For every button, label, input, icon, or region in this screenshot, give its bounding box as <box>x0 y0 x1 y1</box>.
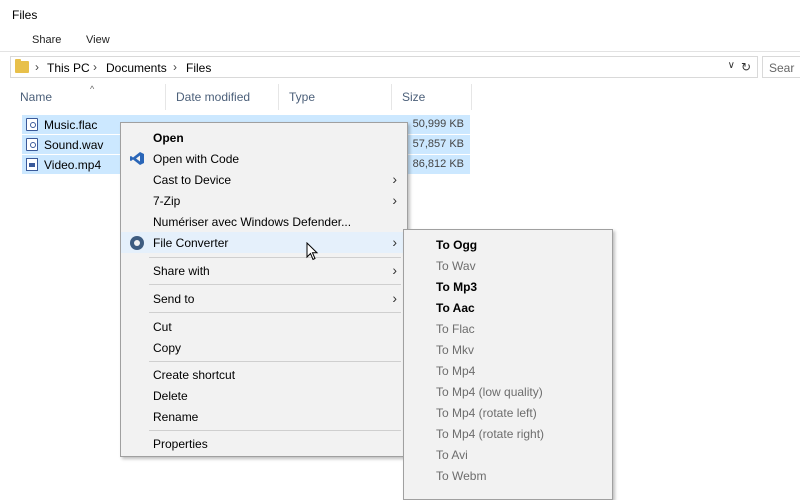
menu-separator <box>149 257 401 258</box>
menu-item-label: Open with Code <box>153 152 240 166</box>
submenu-item-to-mp4-rotate-left: To Mp4 (rotate left) <box>404 402 612 423</box>
file-name: Music.flac <box>44 118 98 132</box>
menu-item-rename[interactable]: Rename <box>121 406 407 427</box>
file-converter-submenu: To Ogg To Wav To Mp3 To Aac To Flac To M… <box>403 229 613 500</box>
submenu-item-label: To Mp3 <box>436 280 478 294</box>
audio-file-icon <box>26 138 38 151</box>
refresh-icon[interactable]: ↻ <box>738 59 754 75</box>
menu-item-label: Open <box>153 131 184 145</box>
menu-item-open[interactable]: Open <box>121 127 407 148</box>
menu-separator <box>149 284 401 285</box>
breadcrumb-this-pc[interactable]: This PC <box>47 61 90 75</box>
chevron-right-icon[interactable]: › <box>93 60 97 74</box>
submenu-item-label: To Ogg <box>436 238 478 252</box>
menu-item-7zip[interactable]: 7-Zip › <box>121 190 407 211</box>
submenu-item-to-mkv: To Mkv <box>404 339 612 360</box>
menu-item-send-to[interactable]: Send to › <box>121 288 407 309</box>
search-placeholder: Sear <box>769 61 795 75</box>
address-bar[interactable]: › This PC › Documents › Files ∨ ↻ <box>10 56 758 78</box>
submenu-item-label: To Avi <box>436 448 468 462</box>
submenu-item-to-mp4: To Mp4 <box>404 360 612 381</box>
video-file-icon <box>26 158 38 171</box>
submenu-item-label: To Wav <box>436 259 476 273</box>
tab-share[interactable]: Share <box>32 34 61 46</box>
breadcrumb-documents[interactable]: Documents <box>106 61 167 75</box>
file-name: Sound.wav <box>44 138 104 152</box>
submenu-item-to-flac: To Flac <box>404 318 612 339</box>
menu-item-label: File Converter <box>153 236 229 250</box>
menu-item-label: 7-Zip <box>153 194 181 208</box>
submenu-item-to-aac[interactable]: To Aac <box>404 297 612 318</box>
submenu-item-label: To Mkv <box>436 343 475 357</box>
menu-separator <box>149 312 401 313</box>
submenu-item-label: To Mp4 (low quality) <box>436 385 543 399</box>
audio-file-icon <box>26 118 38 131</box>
chevron-right-icon: › <box>392 290 397 306</box>
menu-item-label: Create shortcut <box>153 368 236 382</box>
menu-item-create-shortcut[interactable]: Create shortcut <box>121 364 407 385</box>
menu-item-delete[interactable]: Delete <box>121 385 407 406</box>
menu-item-label: Send to <box>153 292 195 306</box>
menu-item-cast-to-device[interactable]: Cast to Device › <box>121 169 407 190</box>
menu-item-label: Properties <box>153 437 208 451</box>
window-title: Files <box>12 8 38 22</box>
menu-item-open-with-code[interactable]: Open with Code <box>121 148 407 169</box>
folder-icon <box>15 59 29 73</box>
submenu-item-to-mp3[interactable]: To Mp3 <box>404 276 612 297</box>
submenu-item-to-ogg[interactable]: To Ogg <box>404 234 612 255</box>
file-size: 50,999 KB <box>412 118 464 130</box>
menu-item-label: Rename <box>153 410 199 424</box>
menu-item-share-with[interactable]: Share with › <box>121 260 407 281</box>
chevron-right-icon[interactable]: › <box>173 60 177 74</box>
chevron-right-icon: › <box>392 262 397 278</box>
menu-item-properties[interactable]: Properties <box>121 433 407 454</box>
menu-item-file-converter[interactable]: File Converter › <box>121 232 407 253</box>
search-input[interactable]: Sear <box>762 56 800 78</box>
chevron-right-icon: › <box>392 234 397 250</box>
file-converter-icon <box>130 236 144 250</box>
menu-item-label: Share with <box>153 264 210 278</box>
menu-item-cut[interactable]: Cut <box>121 316 407 337</box>
column-header-date[interactable]: Date modified <box>166 84 279 110</box>
ribbon-tabs: Share View <box>0 28 800 52</box>
submenu-item-label: To Mp4 (rotate right) <box>436 427 545 441</box>
chevron-right-icon: › <box>392 171 397 187</box>
breadcrumb-files[interactable]: Files <box>186 61 211 75</box>
submenu-item-to-mp4-low-quality: To Mp4 (low quality) <box>404 381 612 402</box>
submenu-item-label: To Flac <box>436 322 475 336</box>
chevron-right-icon[interactable]: › <box>35 60 39 74</box>
column-headers: Name Date modified Type Size <box>10 84 472 110</box>
context-menu: Open Open with Code Cast to Device › 7-Z… <box>120 122 408 457</box>
chevron-down-icon[interactable]: ∨ <box>728 60 735 71</box>
submenu-item-label: To Mp4 <box>436 364 476 378</box>
submenu-item-to-webm: To Webm <box>404 465 612 486</box>
column-header-name[interactable]: Name <box>10 84 166 110</box>
chevron-right-icon: › <box>392 192 397 208</box>
menu-separator <box>149 430 401 431</box>
column-header-type[interactable]: Type <box>279 84 392 110</box>
column-header-size[interactable]: Size <box>392 84 472 110</box>
menu-item-windows-defender[interactable]: Numériser avec Windows Defender... <box>121 211 407 232</box>
title-bar: Files <box>0 0 800 28</box>
menu-item-label: Cut <box>153 320 172 334</box>
mouse-cursor-icon <box>306 242 319 261</box>
file-size: 86,812 KB <box>412 158 464 170</box>
menu-item-label: Numériser avec Windows Defender... <box>153 215 352 229</box>
tab-view[interactable]: View <box>86 34 110 46</box>
submenu-item-label: To Webm <box>436 469 487 483</box>
vscode-icon <box>130 152 144 165</box>
submenu-item-label: To Mp4 (rotate left) <box>436 406 537 420</box>
submenu-item-to-mp4-rotate-right: To Mp4 (rotate right) <box>404 423 612 444</box>
menu-item-label: Delete <box>153 389 188 403</box>
file-name: Video.mp4 <box>44 158 102 172</box>
submenu-item-label: To Aac <box>436 301 475 315</box>
submenu-item-to-avi: To Avi <box>404 444 612 465</box>
menu-item-label: Cast to Device <box>153 173 232 187</box>
submenu-item-to-wav: To Wav <box>404 255 612 276</box>
menu-item-label: Copy <box>153 341 182 355</box>
menu-separator <box>149 361 401 362</box>
file-size: 57,857 KB <box>412 138 464 150</box>
address-row: › This PC › Documents › Files ∨ ↻ Sear <box>0 52 800 82</box>
menu-item-copy[interactable]: Copy <box>121 337 407 358</box>
